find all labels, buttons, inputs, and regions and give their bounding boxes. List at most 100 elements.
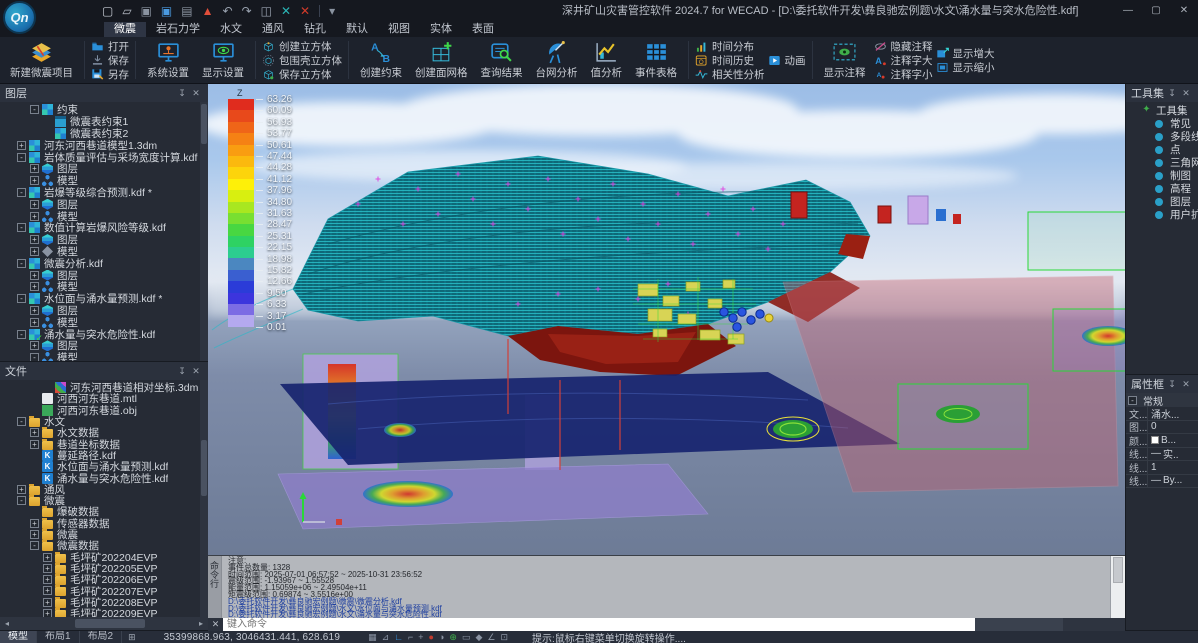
transparency-icon[interactable]: ◑ [439,631,444,643]
layers-scrollbar[interactable] [200,102,208,361]
动画-button[interactable]: 动画 [768,54,806,67]
expander-icon[interactable]: - [17,259,26,268]
打开-button[interactable]: 打开 [91,40,129,53]
tree-item[interactable]: 多段线 [1126,130,1198,143]
创建面网格-button[interactable]: 创建面网格 [410,39,473,81]
tree-item[interactable]: 点 [1126,143,1198,156]
tree-item[interactable]: +模型 [0,246,208,258]
property-row[interactable]: 线...—By... [1126,475,1198,489]
新建微震项目-button[interactable]: 新建微震项目 [5,39,78,81]
tree-item[interactable]: +模型 [0,175,208,187]
tree-item[interactable]: 高程 [1126,182,1198,195]
cleanscreen-icon[interactable]: ⊡ [500,631,508,643]
tree-item[interactable]: +毛坪矿202208EVP [0,597,208,608]
menu-tab-4[interactable]: 通风 [252,22,294,37]
tree-item[interactable]: +毛坪矿202207EVP [0,585,208,596]
系统设置-button[interactable]: 系统设置 [142,39,194,81]
时间分布-button[interactable]: 时间分布 [695,40,765,53]
command-close-icon[interactable]: ✕ [208,618,223,631]
undo-icon[interactable]: ↶ [223,0,233,22]
new-file-icon[interactable]: ▢ [102,0,113,22]
redo-icon[interactable]: ↷ [242,0,252,22]
tree-item[interactable]: +模型 [0,281,208,293]
files-scrollbar[interactable] [200,380,208,617]
事件表格-button[interactable]: 事件表格 [630,39,682,81]
scroll-left-icon[interactable]: ◂ [0,619,14,628]
menu-tab-2[interactable]: 岩石力学 [146,22,210,37]
tree-item[interactable]: +图层 [0,198,208,210]
tree-item[interactable]: 常见 [1126,117,1198,130]
显示增大-button[interactable]: 显示增大 [936,47,995,60]
menu-tab-6[interactable]: 默认 [336,22,378,37]
new-layout-icon[interactable]: ⊞ [122,632,142,643]
tree-item[interactable]: +图层 [0,269,208,281]
menu-tab-7[interactable]: 视图 [378,22,420,37]
expander-icon[interactable]: + [17,485,26,494]
console-side-tab[interactable]: 命令行 [208,556,222,618]
expander-icon[interactable]: + [43,564,52,573]
tree-item[interactable]: +河东河西巷道模型1.3dm [0,139,208,151]
tree-item[interactable]: 河西河东巷道.obj [0,405,208,416]
tree-item[interactable]: +微震 [0,529,208,540]
brand-a-icon[interactable]: ▲ [202,0,214,22]
保存-button[interactable]: 保存 [91,54,129,67]
tree-item[interactable]: 用户扩展 [1126,208,1198,221]
quick-access-caret-icon[interactable]: ▾ [329,0,335,22]
expander-icon[interactable]: - [17,330,26,339]
tree-item[interactable]: -岩体质量评估与采场宽度计算.kdf * [0,151,208,163]
tree-item[interactable]: +毛坪矿202206EVP [0,574,208,585]
expander-icon[interactable]: + [30,428,39,437]
print-icon[interactable]: ▤ [181,0,192,22]
expander-icon[interactable]: + [30,271,39,280]
tree-item[interactable]: -涌水量与突水危险性.kdf [0,328,208,340]
expander-icon[interactable]: + [43,553,52,562]
osnap-icon[interactable]: ⊕ [449,631,457,643]
files-hscrollbar[interactable]: ◂ ▸ [0,617,208,630]
expander-icon[interactable]: + [30,440,39,449]
close-icon[interactable]: ✕ [1179,88,1193,99]
时间历史-button[interactable]: 时间历史 [695,54,765,67]
tree-item[interactable]: 微震表约束1 [0,116,208,128]
menu-tab-8[interactable]: 实体 [420,22,462,37]
tree-item[interactable]: +毛坪矿202204EVP [0,551,208,562]
menu-tab-5[interactable]: 钻孔 [294,22,336,37]
tree-item[interactable]: 三角网 [1126,156,1198,169]
pin-icon[interactable]: ↧ [1165,379,1179,390]
close-red-icon[interactable]: ✕ [300,0,310,22]
pin-icon[interactable]: ↧ [1165,88,1179,99]
显示设置-button[interactable]: 显示设置 [197,39,249,81]
值分析-button[interactable]: 值分析 [586,39,628,81]
expander-icon[interactable]: - [17,223,26,232]
tree-item[interactable]: +图层 [0,163,208,175]
创建约束-button[interactable]: AB创建约束 [355,39,407,81]
tree-item[interactable]: 制图 [1126,169,1198,182]
expander-icon[interactable]: - [30,353,39,361]
tree-item[interactable]: +图层 [0,340,208,352]
包围壳立方体-button[interactable]: 包围壳立方体 [262,54,342,67]
cube-icon[interactable]: ◫ [261,0,272,22]
lineweight-icon[interactable]: ▭ [462,631,471,643]
tree-item[interactable]: -微震数据 [0,540,208,551]
expander-icon[interactable]: - [17,153,26,162]
tree-item[interactable]: +水文数据 [0,427,208,438]
台网分析-button[interactable]: 台网分析 [531,39,583,81]
expander-icon[interactable]: - [30,105,39,114]
expander-icon[interactable]: + [43,575,52,584]
tree-item[interactable]: -数值计算岩爆风险等级.kdf [0,222,208,234]
menu-tab-3[interactable]: 水文 [210,22,252,37]
expander-icon[interactable]: + [30,176,39,185]
save-as-icon[interactable]: ▣ [161,0,172,22]
tree-item[interactable]: K蔓延路径.kdf [0,450,208,461]
menu-tab-9[interactable]: 表面 [462,22,504,37]
tree-item[interactable]: +图层 [0,305,208,317]
close-icon[interactable]: ✕ [1179,379,1193,390]
tree-item[interactable]: -微震分析.kdf [0,257,208,269]
open-folder-icon[interactable]: ▱ [122,0,131,22]
相关性分析-button[interactable]: 相关性分析 [695,68,765,81]
expander-icon[interactable]: - [17,188,26,197]
restore-button[interactable]: ▢ [1142,0,1170,22]
tree-item[interactable]: -水位面与涌水量预测.kdf * [0,293,208,305]
expander-icon[interactable]: + [30,519,39,528]
close-icon[interactable]: ✕ [189,366,203,377]
expander-icon[interactable]: + [30,318,39,327]
